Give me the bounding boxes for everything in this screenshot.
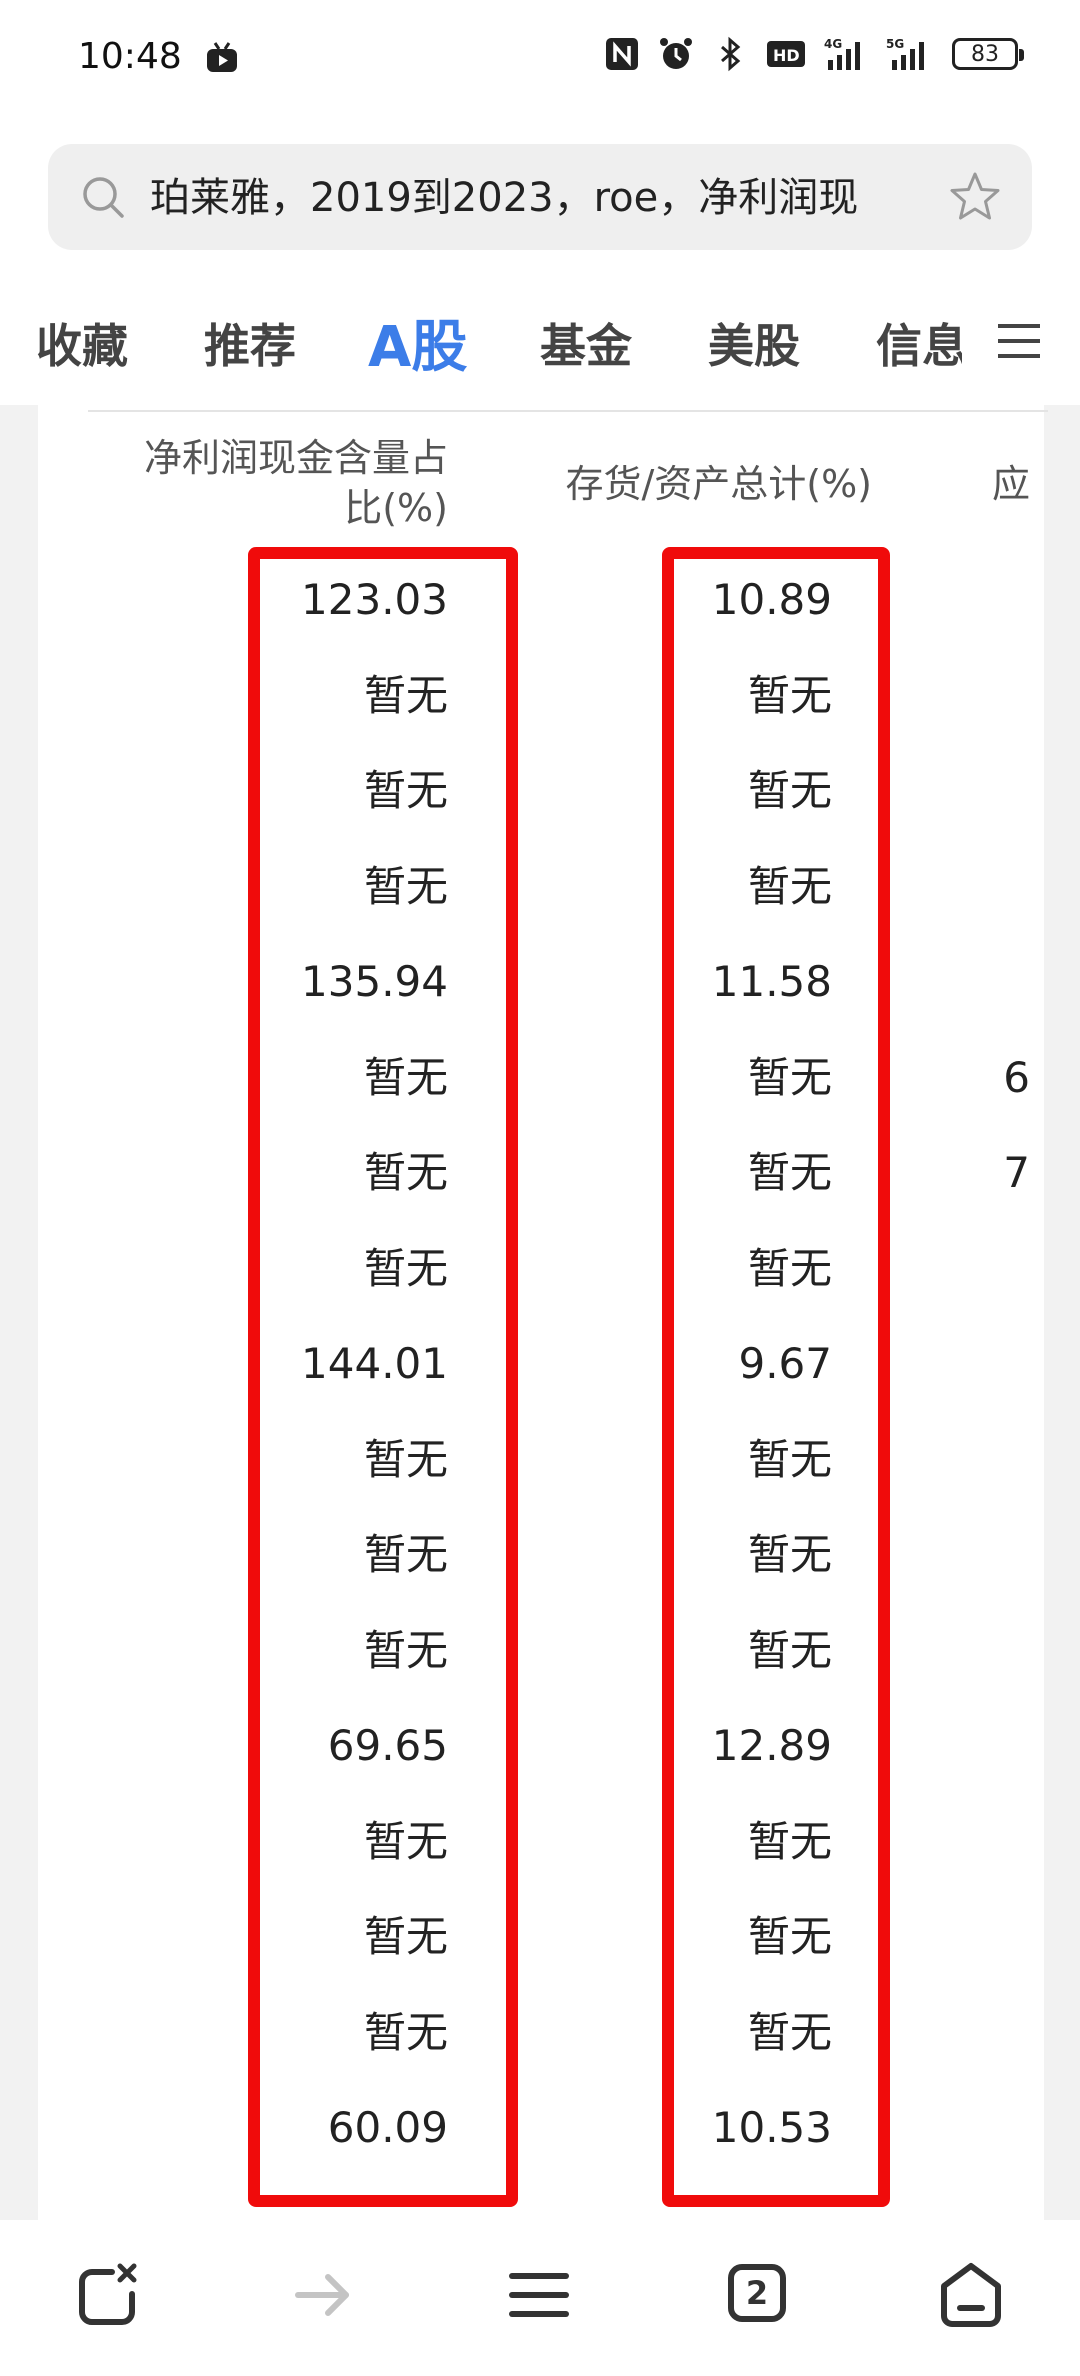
tab-information[interactable]: 信息 bbox=[876, 310, 962, 376]
svg-text:5G: 5G bbox=[886, 37, 904, 51]
cash-content-cell: 暂无 bbox=[363, 670, 448, 720]
header-inventory-ratio: 存货/资产总计(%) bbox=[565, 462, 872, 506]
inventory-ratio-cell: 暂无 bbox=[747, 1530, 832, 1579]
bottom-nav: 2 bbox=[0, 2220, 1080, 2376]
inventory-ratio-cell: 暂无 bbox=[747, 1052, 832, 1102]
inventory-ratio-cell: 暂无 bbox=[747, 1625, 832, 1675]
tv-app-icon bbox=[207, 42, 237, 72]
tab-a-shares[interactable]: A股 bbox=[368, 302, 467, 383]
cash-content-cell: 暂无 bbox=[363, 766, 448, 815]
home-icon[interactable] bbox=[936, 2260, 1006, 2330]
inventory-ratio-cell: 暂无 bbox=[747, 670, 832, 720]
cash-content-cell: 暂无 bbox=[363, 861, 448, 911]
battery-indicator: 83 bbox=[952, 38, 1024, 70]
search-bar[interactable]: 珀莱雅，2019到2023，roe，净利润现 bbox=[48, 144, 1032, 250]
tab-recommended[interactable]: 推荐 bbox=[204, 310, 296, 376]
menu-icon[interactable] bbox=[994, 316, 1044, 366]
inventory-ratio-cell: 暂无 bbox=[747, 1816, 832, 1866]
header-partial: 应 bbox=[991, 462, 1030, 506]
cash-content-cell: 69.65 bbox=[327, 1721, 448, 1770]
signal-4g-icon: 4G bbox=[824, 37, 860, 70]
close-page-icon[interactable] bbox=[72, 2260, 142, 2330]
bluetooth-icon bbox=[721, 36, 741, 72]
cash-content-cell: 144.01 bbox=[301, 1339, 448, 1388]
search-input[interactable]: 珀莱雅，2019到2023，roe，净利润现 bbox=[150, 168, 980, 228]
cash-content-cell: 135.94 bbox=[301, 957, 448, 1006]
menu-lines-icon[interactable] bbox=[504, 2260, 574, 2330]
partial-column-cell: 6 bbox=[1003, 1052, 1030, 1102]
cash-content-cell: 123.03 bbox=[301, 575, 448, 624]
inventory-ratio-cell: 暂无 bbox=[747, 766, 832, 815]
signal-5g-icon: 5G bbox=[886, 37, 924, 70]
cash-content-cell: 暂无 bbox=[363, 1816, 448, 1866]
status-icons: HD 4G 5G 83 bbox=[604, 36, 1024, 72]
status-time: 10:48 bbox=[78, 36, 182, 77]
inventory-ratio-cell: 9.67 bbox=[738, 1339, 832, 1388]
inventory-ratio-cell: 暂无 bbox=[747, 1148, 832, 1197]
cash-content-cell: 暂无 bbox=[363, 1625, 448, 1675]
svg-text:4G: 4G bbox=[824, 37, 842, 51]
nfc-icon bbox=[606, 38, 638, 70]
cash-content-cell: 暂无 bbox=[363, 2007, 448, 2057]
search-icon bbox=[83, 177, 124, 218]
inventory-ratio-cell: 暂无 bbox=[747, 1912, 832, 1961]
inventory-ratio-cell: 暂无 bbox=[747, 1243, 832, 1293]
cash-content-cell: 暂无 bbox=[363, 1434, 448, 1484]
tabs-count-button[interactable]: 2 bbox=[728, 2264, 786, 2322]
tab-us-stocks[interactable]: 美股 bbox=[708, 310, 800, 376]
tab-funds[interactable]: 基金 bbox=[540, 310, 632, 376]
cash-content-cell: 暂无 bbox=[363, 1052, 448, 1102]
partial-column-cell: 7 bbox=[1003, 1148, 1030, 1197]
cash-content-cell: 60.09 bbox=[327, 2103, 448, 2152]
cash-content-cell: 暂无 bbox=[363, 1530, 448, 1579]
header-cash-content: 净利润现金含量占 比(%) bbox=[143, 436, 448, 530]
alarm-icon bbox=[660, 38, 692, 69]
status-bar: 10:48 HD 4G 5G 83 bbox=[0, 0, 1080, 120]
tab-favorites[interactable]: 收藏 bbox=[36, 310, 128, 376]
inventory-ratio-cell: 暂无 bbox=[747, 2007, 832, 2057]
financial-table: 净利润现金含量占 比(%) 存货/资产总计(%) 应 123.03 暂无 暂无 暂无 1… bbox=[38, 405, 1048, 2220]
inventory-ratio-cell: 暂无 bbox=[747, 861, 832, 911]
cash-content-cell: 暂无 bbox=[363, 1243, 448, 1293]
cash-content-cell: 暂无 bbox=[363, 1912, 448, 1961]
inventory-ratio-cell: 暂无 bbox=[747, 1434, 832, 1484]
inventory-ratio-cell: 10.89 bbox=[711, 575, 832, 624]
hd-voice-icon: HD bbox=[767, 41, 805, 67]
inventory-ratio-cell: 11.58 bbox=[711, 957, 832, 1006]
favorite-star-icon[interactable] bbox=[948, 170, 1002, 224]
category-tabs: 收藏 推荐 A股 基金 美股 信息 bbox=[0, 290, 1080, 400]
svg-text:HD: HD bbox=[773, 46, 800, 65]
inventory-ratio-cell: 12.89 bbox=[711, 1721, 832, 1770]
inventory-ratio-cell: 10.53 bbox=[711, 2103, 832, 2152]
cash-content-cell: 暂无 bbox=[363, 1148, 448, 1197]
forward-arrow-icon[interactable] bbox=[288, 2260, 358, 2330]
